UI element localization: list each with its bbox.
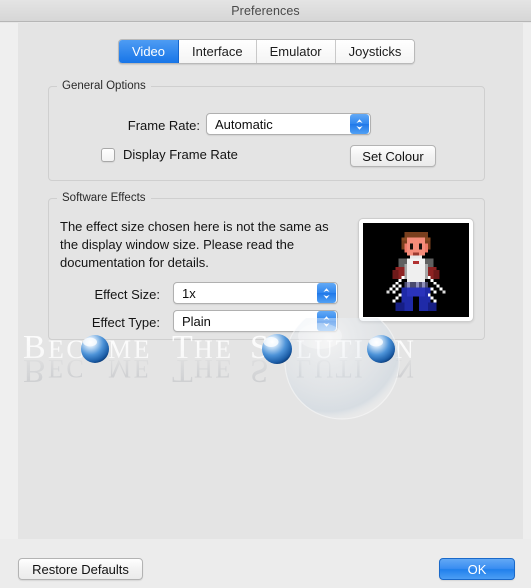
- display-frame-rate-checkbox[interactable]: [101, 147, 115, 162]
- frame-rate-label: Frame Rate:: [127, 118, 200, 133]
- right-gutter: [523, 23, 531, 588]
- effect-size-value: 1x: [182, 285, 196, 301]
- sprite-preview: [358, 218, 474, 322]
- tab-interface-label: Interface: [192, 44, 243, 59]
- tab-bar: Video Interface Emulator Joysticks: [118, 39, 416, 64]
- display-frame-rate-label: Display Frame Rate: [123, 147, 238, 162]
- tab-joysticks[interactable]: Joysticks: [335, 40, 415, 63]
- software-effects-group-label: Software Effects: [57, 192, 151, 204]
- window-titlebar: Preferences: [0, 0, 531, 22]
- frame-rate-value: Automatic: [215, 116, 273, 132]
- left-gutter: [0, 23, 18, 588]
- chevron-up-down-icon[interactable]: [317, 311, 336, 331]
- frame-rate-popup[interactable]: Automatic: [206, 113, 371, 135]
- tab-emulator[interactable]: Emulator: [256, 40, 336, 63]
- display-frame-rate-row[interactable]: Display Frame Rate: [101, 147, 238, 162]
- effect-type-value: Plain: [182, 313, 211, 329]
- software-effects-description: The effect size chosen here is not the s…: [60, 219, 329, 270]
- set-colour-button[interactable]: Set Colour: [350, 145, 436, 167]
- window-title: Preferences: [231, 3, 300, 18]
- chevron-up-down-icon[interactable]: [317, 283, 336, 303]
- tab-video-label: Video: [132, 44, 166, 59]
- effect-size-popup[interactable]: 1x: [173, 282, 338, 304]
- ok-button[interactable]: OK: [439, 558, 515, 580]
- preferences-window: Preferences Video Interface Emulator Joy…: [0, 0, 531, 588]
- effect-size-label: Effect Size:: [94, 287, 160, 302]
- sprite-preview-screen: [363, 223, 469, 317]
- general-options-group-label: General Options: [57, 80, 151, 92]
- tab-video[interactable]: Video: [119, 40, 180, 63]
- tab-interface[interactable]: Interface: [179, 40, 257, 63]
- tab-joysticks-label: Joysticks: [348, 44, 402, 59]
- tab-emulator-label: Emulator: [269, 44, 322, 59]
- restore-defaults-button[interactable]: Restore Defaults: [18, 558, 143, 580]
- chevron-up-down-icon[interactable]: [350, 114, 369, 134]
- effect-type-label: Effect Type:: [91, 315, 160, 330]
- effect-type-popup[interactable]: Plain: [173, 310, 338, 332]
- sprite-pixel-art-icon: [369, 223, 463, 317]
